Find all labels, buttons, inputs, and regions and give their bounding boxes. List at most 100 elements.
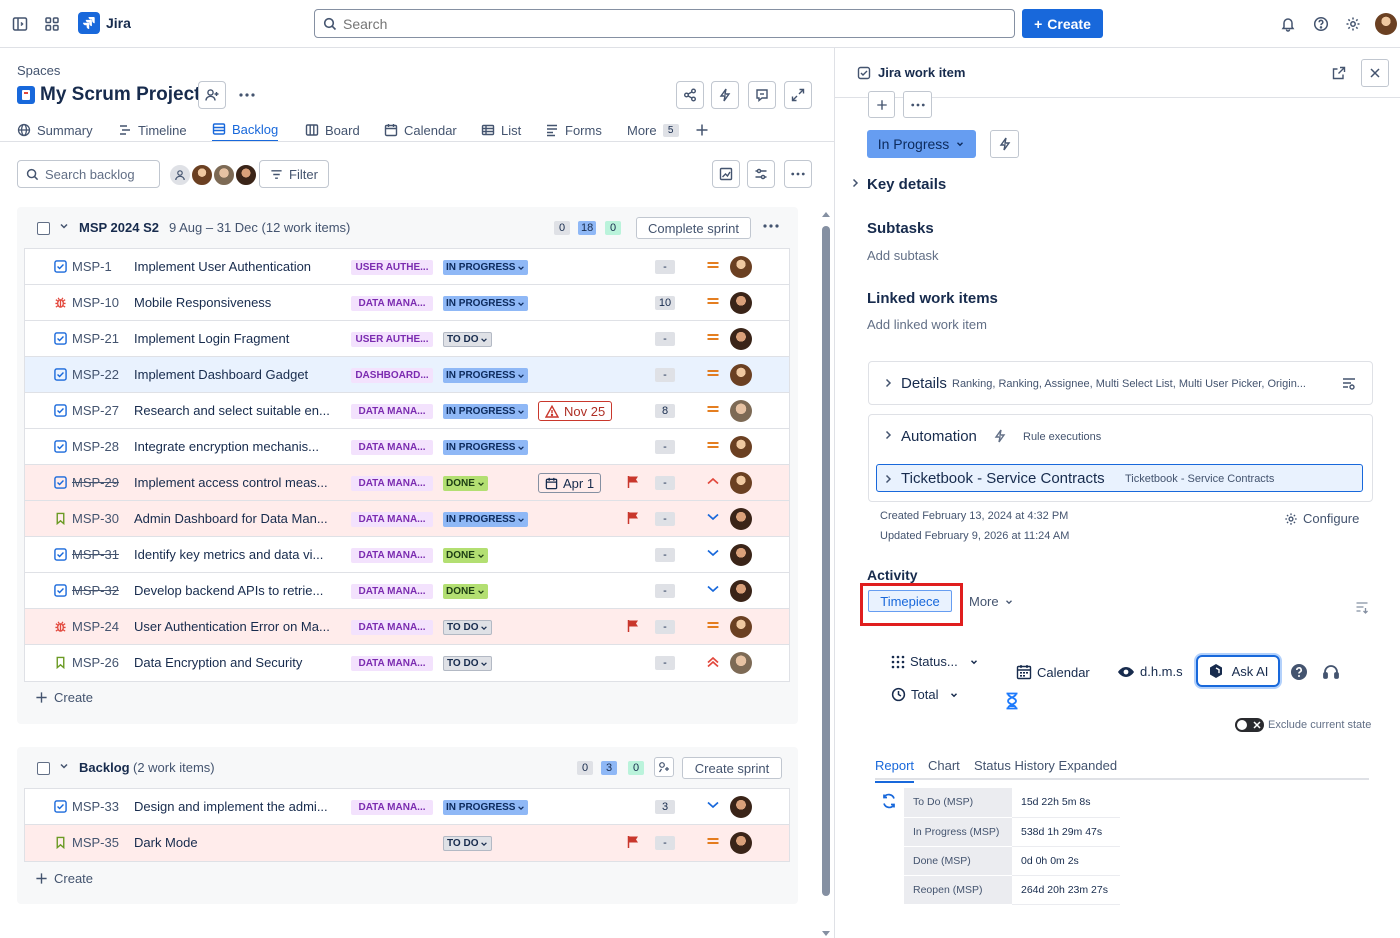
tab-report[interactable]: Report (875, 758, 915, 783)
add-linked-item-link[interactable]: Add linked work item (867, 317, 987, 332)
status-selector[interactable]: Status... (891, 654, 979, 669)
priority-low-icon[interactable] (706, 800, 720, 810)
priority-medium-icon[interactable] (706, 440, 720, 450)
avatar[interactable] (234, 163, 258, 187)
sprint-name[interactable]: MSP 2024 S2 (79, 220, 159, 235)
unassigned-avatar-icon[interactable] (168, 163, 192, 187)
backlog-search-placeholder[interactable]: Search backlog (45, 167, 135, 182)
work-item-row[interactable]: MSP-35 Dark Mode TO DO - (25, 825, 789, 861)
epic-lozenge[interactable]: DATA MANA... (351, 584, 433, 599)
backlog-search[interactable]: Search backlog (17, 160, 160, 188)
total-selector[interactable]: Total (891, 687, 959, 702)
epic-lozenge[interactable]: DATA MANA... (351, 296, 433, 311)
avatar[interactable] (212, 163, 236, 187)
work-item-key[interactable]: MSP-30 (72, 511, 119, 526)
epic-lozenge[interactable]: DASHBOARD... (351, 368, 433, 383)
chevron-right-icon[interactable] (850, 178, 860, 188)
status-lozenge[interactable]: DONE (443, 476, 488, 491)
activity-more-dropdown[interactable]: More (969, 594, 1014, 609)
share-button[interactable] (676, 81, 704, 109)
epic-lozenge[interactable]: USER AUTHE... (351, 260, 433, 275)
status-lozenge[interactable]: DONE (443, 548, 488, 563)
tab-summary[interactable]: Summary (17, 118, 93, 142)
story-points[interactable]: - (655, 476, 675, 490)
help-icon[interactable] (1309, 12, 1333, 36)
story-points[interactable]: - (655, 368, 675, 382)
status-lozenge[interactable]: IN PROGRESS (443, 404, 529, 419)
automation-title[interactable]: Automation (901, 428, 977, 445)
assignee-avatar[interactable] (730, 796, 752, 818)
work-item-key[interactable]: MSP-35 (72, 835, 119, 850)
work-item-row[interactable]: MSP-30 Admin Dashboard for Data Man... DAT… (25, 501, 789, 537)
work-item-summary[interactable]: Implement Dashboard Gadget (134, 367, 339, 382)
work-item-summary[interactable]: Implement User Authentication (134, 259, 339, 274)
work-item-summary[interactable]: Design and implement the admi... (134, 799, 339, 814)
work-item-key[interactable]: MSP-27 (72, 403, 119, 418)
exclude-current-state-toggle[interactable] (1235, 718, 1264, 732)
add-subtask-link[interactable]: Add subtask (867, 248, 939, 263)
assignee-avatar[interactable] (730, 832, 752, 854)
work-item-row[interactable]: MSP-24 User Authentication Error on Ma...… (25, 609, 789, 645)
epic-lozenge[interactable]: DATA MANA... (351, 512, 433, 527)
work-item-row[interactable]: MSP-31 Identify key metrics and data vi..… (25, 537, 789, 573)
work-item-summary[interactable]: Data Encryption and Security (134, 655, 339, 670)
work-item-row[interactable]: MSP-22 Implement Dashboard Gadget DASHBOAR… (25, 357, 789, 393)
epic-lozenge[interactable]: DATA MANA... (351, 404, 433, 419)
refresh-icon[interactable] (881, 793, 897, 809)
work-item-summary[interactable]: Integrate encryption mechanis... (134, 439, 339, 454)
chevron-right-icon[interactable] (883, 430, 893, 440)
backlog-header[interactable]: Backlog (2 work items) 0 3 0 Create spri… (17, 747, 798, 785)
flag-icon[interactable] (626, 475, 640, 489)
sprint-more-icon[interactable] (763, 224, 779, 228)
app-switcher-icon[interactable] (40, 12, 64, 36)
ticketbook-section[interactable]: Ticketbook - Service Contracts Ticketboo… (876, 464, 1363, 492)
story-points[interactable]: - (655, 584, 675, 598)
priority-low-icon[interactable] (706, 548, 720, 558)
tab-status-history-expanded[interactable]: Status History Expanded (974, 758, 1117, 773)
epic-lozenge[interactable]: DATA MANA... (351, 548, 433, 563)
sort-activity-icon[interactable] (1355, 600, 1369, 614)
work-item-summary[interactable]: Research and select suitable en... (134, 403, 339, 418)
fullscreen-button[interactable] (784, 81, 812, 109)
backlog-name[interactable]: Backlog (79, 760, 130, 775)
assignee-avatar[interactable] (730, 256, 752, 278)
work-item-key[interactable]: MSP-21 (72, 331, 119, 346)
work-item-key[interactable]: MSP-32 (72, 583, 119, 598)
scroll-up-icon[interactable] (821, 210, 831, 218)
add-content-button[interactable] (868, 91, 895, 118)
breadcrumb[interactable]: Spaces (17, 63, 60, 78)
status-dropdown[interactable]: In Progress (867, 130, 976, 158)
priority-highest-icon[interactable] (706, 656, 720, 668)
story-points[interactable]: - (655, 512, 675, 526)
work-item-key[interactable]: MSP-33 (72, 799, 119, 814)
story-points[interactable]: - (655, 260, 675, 274)
help-icon[interactable] (1290, 663, 1308, 681)
avatar[interactable] (190, 163, 214, 187)
automation-button[interactable] (711, 81, 739, 109)
assignee-avatar[interactable] (730, 616, 752, 638)
sprint-create-button[interactable]: Create (35, 690, 93, 705)
profile-avatar[interactable] (1374, 12, 1398, 36)
tab-board[interactable]: Board (305, 118, 360, 142)
create-sprint-button[interactable]: Create sprint (682, 757, 782, 779)
filter-button[interactable]: Filter (259, 160, 329, 188)
work-item-summary[interactable]: Admin Dashboard for Data Man... (134, 511, 339, 526)
timepiece-tab[interactable]: Timepiece (868, 590, 952, 612)
work-item-row[interactable]: MSP-28 Integrate encryption mechanis... DA… (25, 429, 789, 465)
tab-list[interactable]: List (481, 118, 521, 142)
assignee-avatar[interactable] (730, 652, 752, 674)
epic-lozenge[interactable]: DATA MANA... (351, 440, 433, 455)
add-people-button[interactable] (198, 81, 226, 109)
assignee-avatar[interactable] (730, 544, 752, 566)
epic-lozenge[interactable]: USER AUTHE... (351, 332, 433, 347)
assignee-filter[interactable] (168, 163, 258, 187)
insights-button[interactable] (712, 160, 740, 188)
ask-ai-button[interactable]: Ask AI (1196, 655, 1280, 687)
time-format-selector[interactable]: d.h.m.s (1117, 664, 1183, 679)
project-more-button[interactable] (233, 81, 261, 109)
work-item-summary[interactable]: Dark Mode (134, 835, 339, 850)
chevron-down-icon[interactable] (58, 220, 70, 232)
status-lozenge[interactable]: IN PROGRESS (443, 440, 529, 455)
assignee-avatar[interactable] (730, 508, 752, 530)
notifications-icon[interactable] (1276, 12, 1300, 36)
